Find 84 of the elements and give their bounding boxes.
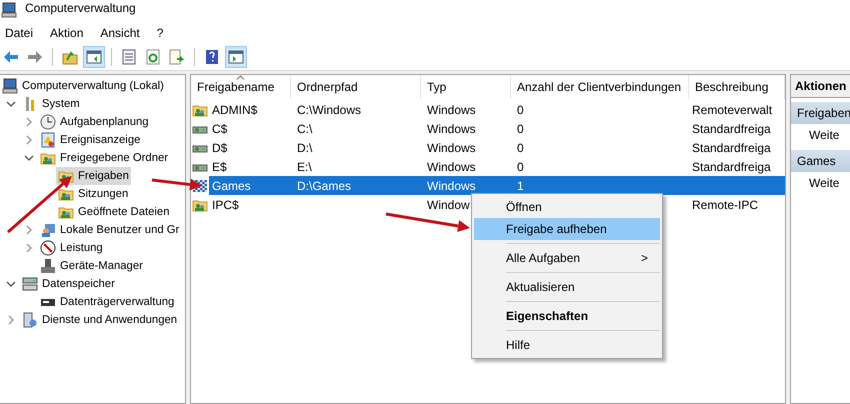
menu-item[interactable]: Ansicht [95,26,145,40]
table-cell-text: C:\ [296,120,314,138]
toolbar-button[interactable] [83,46,105,68]
column-header[interactable]: Freigabename [191,75,291,99]
tree-item[interactable]: Lokale Benutzer und Gr [38,221,182,239]
table-cell-text: Standardfreiga [691,120,772,138]
table-cell-text: Windows [426,140,477,156]
tree-item[interactable]: Geräte-Manager [38,257,145,275]
annotation-arrow [152,178,202,191]
column-header[interactable]: Anzahl der Clientverbindungen [511,75,689,99]
table-cell-text: C:\Windows [296,102,362,118]
tree-item[interactable]: Dienste und Anwendungen [20,311,180,329]
table-cell-text: 0 [516,120,525,138]
table-cell-text: Remoteverwalt [691,102,774,118]
table-cell-text: ADMIN$ [211,102,258,118]
tree-item[interactable]: Sitzungen [56,185,130,203]
actions-section-header[interactable]: Games [791,150,850,172]
menu-item[interactable]: Aktualisieren [474,276,660,298]
tree-item[interactable]: Freigaben [56,167,131,185]
tree-item[interactable]: Datenträgerverwaltung [38,293,176,311]
table-cell-text: C$ [211,120,228,138]
menu-item[interactable]: ? [152,26,168,40]
table-cell-text: IPC$ [211,196,240,214]
device-icon [40,258,56,274]
actions-header: Aktionen [791,75,850,98]
action-link[interactable]: Weite [791,124,850,146]
table-cell-text: D:\ [296,140,314,156]
menu-item-label: Alle Aufgaben [506,251,580,265]
tree-item[interactable]: Datenspeicher [20,275,117,293]
column-header[interactable]: Typ [421,75,511,99]
table-cell-text: Windows [426,102,477,118]
services-icon [22,312,38,328]
table-cell: D:\Games [291,176,421,195]
table-cell-text: 0 [516,102,525,118]
computer-icon [2,78,18,94]
table-cell-text: E$ [211,158,228,176]
tree-item[interactable]: Computerverwaltung (Lokal) [0,77,166,95]
tree-item[interactable]: System [20,95,82,113]
table-cell-text: 0 [516,140,525,156]
clock-icon [40,114,56,130]
event-log-icon [40,132,56,148]
column-header[interactable]: Beschreibung [689,75,785,99]
help-icon [204,49,220,65]
menu-item[interactable]: Aktion [45,26,88,40]
export-list-icon [169,49,185,65]
tree-item[interactable]: Geöffnete Dateien [56,203,172,221]
actions-section-header[interactable]: Freigaben [791,102,850,124]
table-cell-text: Windows [426,158,477,176]
column-header[interactable]: Ordnerpfad [291,75,421,99]
properties-icon [121,49,137,65]
menu-item[interactable]: Alle Aufgaben > [474,247,660,269]
sort-icon [236,75,245,80]
window-title: Computerverwaltung [25,1,136,15]
computer-icon [1,2,17,18]
table-cell-text: Standardfreiga [691,140,772,156]
table-cell-text: E:\ [296,158,313,176]
back-arrow-icon [3,49,19,65]
tree-item[interactable]: Aufgabenplanung [38,113,151,131]
folder-up-icon [62,49,78,65]
storage-icon [22,276,38,292]
action-pane-icon [228,49,244,65]
table-cell: Windows [421,176,511,195]
table-cell-text: Standardfreiga [691,158,772,176]
table-cell: Games [209,176,291,195]
menu-item[interactable]: Eigenschaften [474,305,660,327]
table-cell-text: 0 [516,158,525,176]
action-link[interactable]: Weite [791,172,850,194]
table-cell-text: D$ [211,140,228,156]
table-cell-text: Remote-IPC [691,196,760,214]
chevron-icon[interactable] [6,279,16,289]
tree-item[interactable]: Leistung [38,239,105,257]
console-tree-icon [86,49,102,65]
tree-item[interactable]: Freigegebene Ordner [38,149,170,167]
menu-item[interactable]: Öffnen [474,196,660,218]
forward-arrow-icon [27,49,43,65]
tree-item[interactable]: Ereignisanzeige [38,131,142,149]
submenu-mark: > [640,251,648,265]
menu-item[interactable]: Freigabe aufheben [474,218,660,240]
refresh-icon [145,49,161,65]
menu-item[interactable]: Hilfe [474,334,660,356]
menu-item[interactable]: Datei [0,26,38,40]
table-cell-text: Windows [426,120,477,138]
toolbar-button[interactable] [225,46,247,68]
table-cell: 1 [511,176,689,195]
